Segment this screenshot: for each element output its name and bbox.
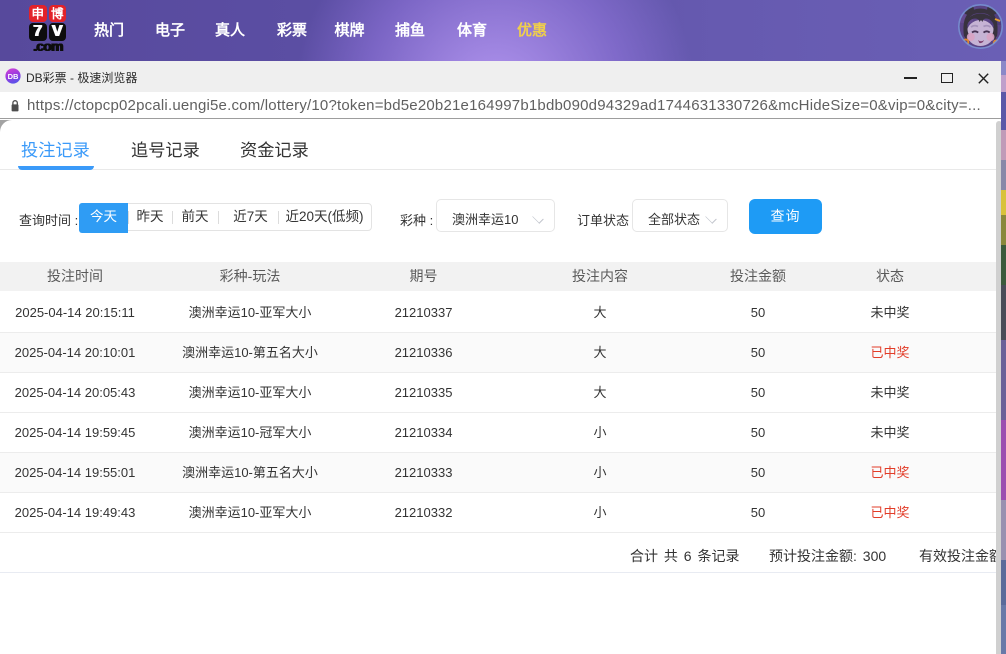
svg-text:DB: DB — [8, 72, 19, 81]
